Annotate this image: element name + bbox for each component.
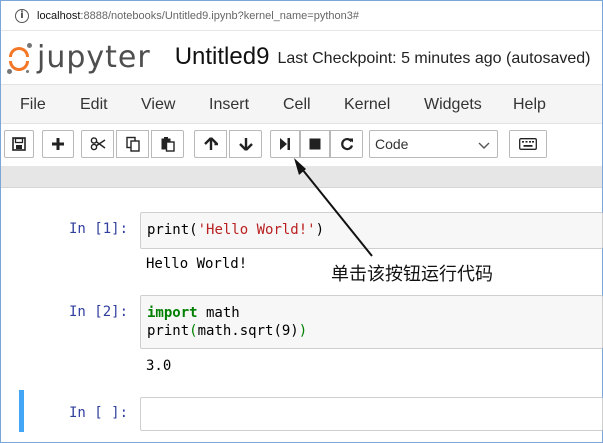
annotation-caption: 单击该按钮运行代码	[331, 264, 493, 285]
annotation-arrow	[294, 158, 373, 257]
